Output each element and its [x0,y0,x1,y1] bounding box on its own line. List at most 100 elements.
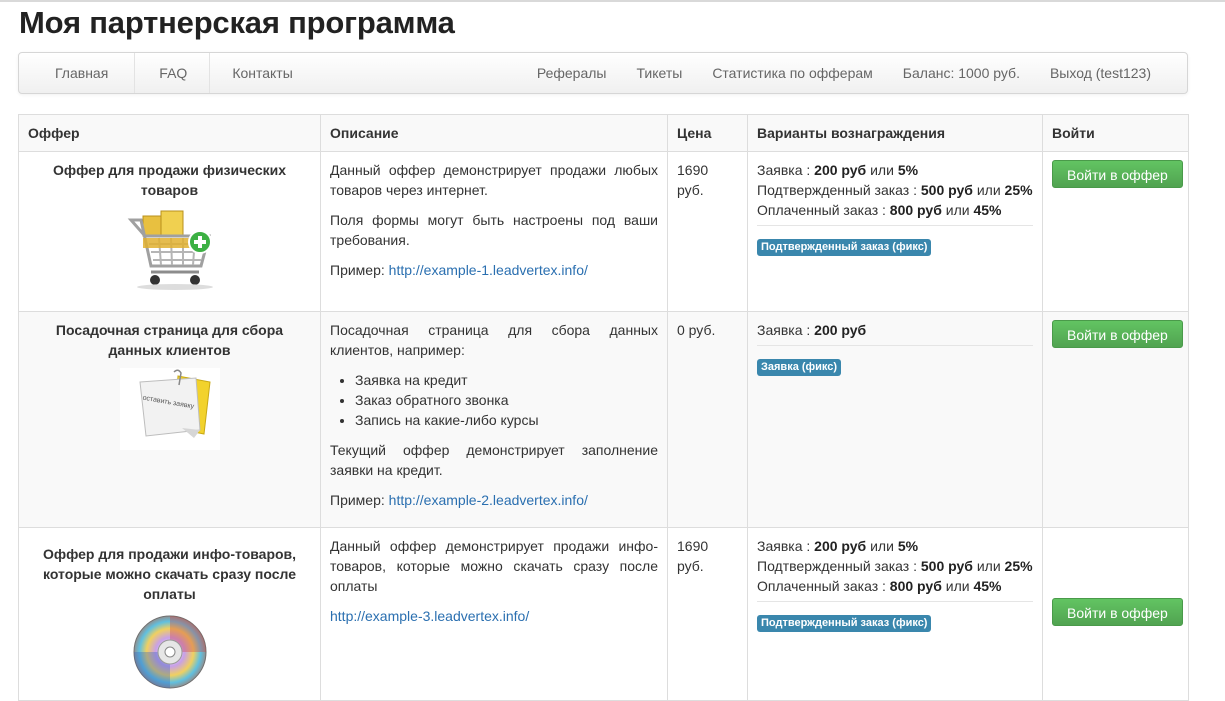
description-text: Данный оффер демонстрирует продажи инфо-… [330,538,658,594]
shopping-cart-icon [127,210,213,290]
reward-line: Подтвержденный заказ : 500 руб или 25% [757,556,1033,576]
reward-sep: или [976,182,1001,198]
table-header-row: Оффер Описание Цена Варианты вознагражде… [18,114,1189,152]
reward-rub: 200 руб [814,538,867,554]
nav-offer-stats-link[interactable]: Статистика по офферам [697,53,887,93]
col-header-description: Описание [320,114,668,152]
description-cell: Данный оффер демонстрирует продажи инфо-… [320,527,668,701]
enter-offer-button[interactable]: Войти в оффер [1052,320,1183,348]
reward-sep: или [945,202,970,218]
reward-sep: или [945,578,970,594]
reward-sep: или [976,558,1001,574]
reward-label: Оплаченный заказ : [757,578,886,594]
nav-contacts-link[interactable]: Контакты [210,53,308,93]
reward-line: Оплаченный заказ : 800 руб или 45% [757,576,1033,596]
reward-label: Заявка : [757,322,811,338]
enter-offer-button[interactable]: Войти в оффер [1052,598,1183,626]
example-link[interactable]: http://example-1.leadvertex.info/ [389,262,588,278]
reward-rub: 500 руб [920,182,973,198]
reward-type-badge: Подтвержденный заказ (фикс) [757,239,932,256]
top-navbar: Главная FAQ Контакты Рефералы Тикеты Ста… [18,52,1188,94]
reward-label: Заявка : [757,538,811,554]
offer-name: Посадочная страница для сбора данных кли… [55,322,284,358]
reward-line: Заявка : 200 руб или 5% [757,536,1033,556]
enter-cell: Войти в оффер [1042,151,1189,312]
nav-balance-link[interactable]: Баланс: 1000 руб. [888,53,1035,93]
sticky-note-icon: оставить заявку [119,368,220,450]
example-line: Пример: http://example-2.leadvertex.info… [330,490,658,510]
top-border [0,0,1225,2]
example-link[interactable]: http://example-3.leadvertex.info/ [330,608,529,624]
nav-logout-link[interactable]: Выход (test123) [1035,53,1187,93]
rewards-cell: Заявка : 200 руб Заявка (фикс) [747,311,1043,528]
col-header-enter: Войти [1042,114,1189,152]
offers-table: Оффер Описание Цена Варианты вознагражде… [18,114,1189,701]
offer-cell: Оффер для продажи инфо-товаров, которые … [18,527,321,701]
example-label: Пример: [330,492,385,508]
rewards-cell: Заявка : 200 руб или 5% Подтвержденный з… [747,151,1043,312]
reward-label: Оплаченный заказ : [757,202,886,218]
enter-cell: Войти в оффер [1042,527,1189,701]
reward-type-badge: Заявка (фикс) [757,359,842,376]
reward-label: Подтвержденный заказ : [757,182,917,198]
price-cell: 1690 руб. [667,151,748,312]
divider [757,225,1033,226]
reward-pct: 5% [897,538,919,554]
enter-offer-button[interactable]: Войти в оффер [1052,160,1183,188]
offer-name: Оффер для продажи инфо-товаров, которые … [42,546,297,602]
nav-faq-link[interactable]: FAQ [135,53,211,93]
enter-cell: Войти в оффер [1042,311,1189,528]
reward-line: Заявка : 200 руб [757,320,1033,340]
reward-pct: 25% [1004,182,1033,198]
reward-line: Оплаченный заказ : 800 руб или 45% [757,200,1033,220]
divider [757,601,1033,602]
reward-line: Заявка : 200 руб или 5% [757,160,1033,180]
cd-disc-icon [133,615,206,689]
reward-type-badge: Подтвержденный заказ (фикс) [757,615,932,632]
divider [757,345,1033,346]
reward-rub: 500 руб [920,558,973,574]
example-label: Пример: [330,262,385,278]
page-title: Моя партнерская программа [19,5,455,40]
reward-pct: 25% [1004,558,1033,574]
reward-rub: 800 руб [889,578,942,594]
table-row: Оффер для продажи инфо-товаров, которые … [18,527,1189,701]
description-text: Текущий оффер демонстрирует заполнение з… [330,442,658,478]
col-header-offer: Оффер [18,114,321,152]
example-link[interactable]: http://example-2.leadvertex.info/ [389,492,588,508]
list-item: Заказ обратного звонка [355,390,658,410]
nav-right-group: Рефералы Тикеты Статистика по офферам Ба… [522,53,1187,93]
list-item: Запись на какие-либо курсы [355,410,658,430]
bullet-list: Заявка на кредит Заказ обратного звонка … [330,370,658,430]
col-header-price: Цена [667,114,748,152]
description-text: Посадочная страница для сбора данных кли… [330,322,658,358]
reward-line: Подтвержденный заказ : 500 руб или 25% [757,180,1033,200]
reward-pct: 45% [973,202,1002,218]
example-line: http://example-3.leadvertex.info/ [330,606,658,626]
nav-referrals-link[interactable]: Рефералы [522,53,622,93]
nav-home-link[interactable]: Главная [19,53,136,93]
rewards-cell: Заявка : 200 руб или 5% Подтвержденный з… [747,527,1043,701]
reward-rub: 800 руб [889,202,942,218]
offer-cell: Оффер для продажи физических товаров [18,151,321,312]
description-text: Данный оффер демонстрирует продажи любых… [330,162,658,198]
example-line: Пример: http://example-1.leadvertex.info… [330,260,658,280]
reward-sep: или [870,538,894,554]
reward-rub: 200 руб [814,322,867,338]
reward-pct: 5% [897,162,919,178]
reward-label: Заявка : [757,162,811,178]
reward-rub: 200 руб [814,162,867,178]
description-cell: Посадочная страница для сбора данных кли… [320,311,668,528]
description-text: Поля формы могут быть настроены под ваши… [330,212,658,248]
table-row: Оффер для продажи физических товаров Дан… [18,151,1189,312]
description-cell: Данный оффер демонстрирует продажи любых… [320,151,668,312]
price-cell: 1690 руб. [667,527,748,701]
nav-tickets-link[interactable]: Тикеты [621,53,697,93]
offer-cell: Посадочная страница для сбора данных кли… [18,311,321,528]
offer-name: Оффер для продажи физических товаров [52,162,287,198]
reward-label: Подтвержденный заказ : [757,558,917,574]
reward-pct: 45% [973,578,1002,594]
table-row: Посадочная страница для сбора данных кли… [18,311,1189,528]
price-cell: 0 руб. [667,311,748,528]
list-item: Заявка на кредит [355,370,658,390]
